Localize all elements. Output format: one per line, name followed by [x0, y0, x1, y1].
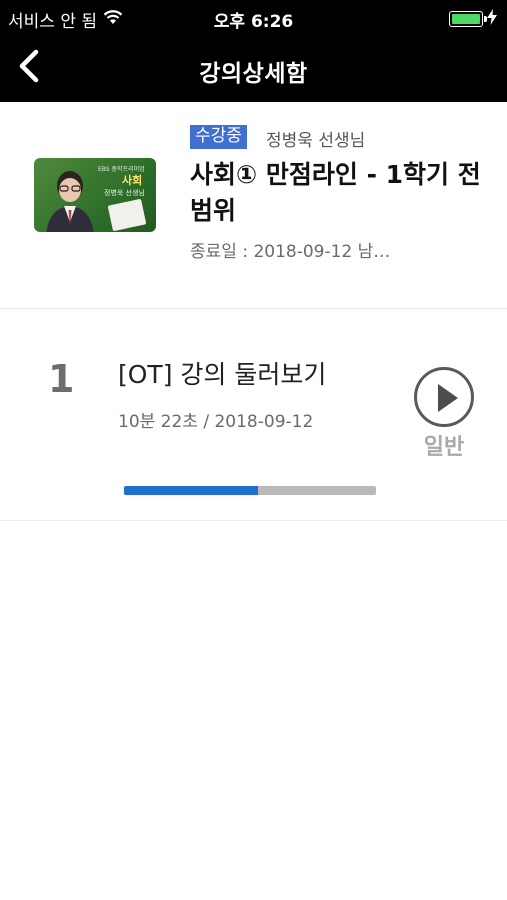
lecture-number: 1: [48, 357, 75, 401]
charging-icon: [487, 9, 497, 29]
status-badge: 수강중: [190, 125, 247, 149]
teacher-name: 정병욱 선생님: [266, 131, 366, 151]
lecture-progress-bar: [124, 486, 376, 495]
play-icon: [438, 384, 458, 412]
course-end-date: 종료일 : 2018-09-12 남…: [190, 242, 391, 262]
status-time: 오후 6:26: [213, 12, 294, 32]
course-header: EBS 중학프리미엄 사회 정병욱 선생님 수강중 정병욱 선생님 사회① 만점…: [0, 102, 507, 309]
battery-icon: [449, 11, 487, 27]
course-title: 사회① 만점라인 - 1학기 전범위: [190, 160, 481, 225]
lecture-meta: 10분 22초 / 2018-09-12: [118, 412, 314, 432]
lecture-progress-fill: [124, 486, 258, 495]
lecture-title: [OT] 강의 둘러보기: [118, 360, 327, 389]
play-button[interactable]: [414, 367, 474, 427]
page-title: 강의상세함: [199, 61, 308, 87]
play-quality-label[interactable]: 일반: [418, 429, 470, 461]
course-thumbnail: EBS 중학프리미엄 사회 정병욱 선생님: [34, 158, 156, 232]
navigation-bar: 강의상세함: [0, 36, 507, 102]
thumbnail-subject: 사회: [122, 174, 143, 187]
teacher-image: [46, 171, 94, 232]
thumbnail-teacher: 정병욱 선생님: [104, 189, 145, 197]
lecture-item[interactable]: 1 [OT] 강의 둘러보기 10분 22초 / 2018-09-12 일반: [0, 309, 507, 521]
status-right: [449, 9, 497, 29]
status-bar: 서비스 안 됨 오후 6:26: [0, 0, 507, 36]
